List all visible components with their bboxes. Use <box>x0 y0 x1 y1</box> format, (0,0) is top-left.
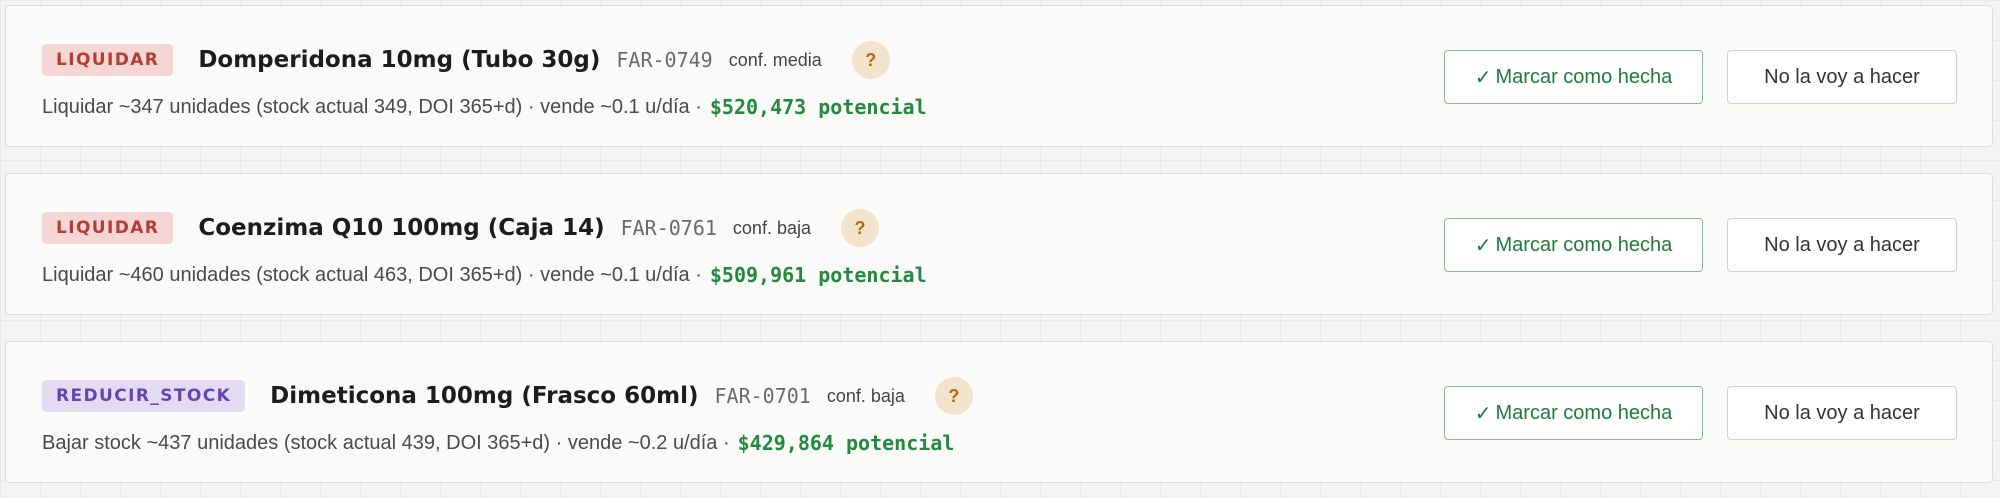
mark-done-button[interactable]: ✓ Marcar como hecha <box>1444 50 1703 104</box>
potential-value: $520,473 potencial <box>709 95 927 119</box>
check-icon: ✓ <box>1474 402 1492 425</box>
check-icon: ✓ <box>1474 66 1492 89</box>
potential-value: $429,864 potencial <box>737 431 955 455</box>
action-type-badge: REDUCIR_STOCK <box>42 380 246 412</box>
check-icon: ✓ <box>1474 234 1492 257</box>
help-icon[interactable]: ? <box>851 41 890 79</box>
product-sku: FAR-0749 <box>616 48 713 72</box>
detail-text: Bajar stock ~437 unidades (stock actual … <box>42 431 730 454</box>
action-card: REDUCIR_STOCK Dimeticona 100mg (Frasco 6… <box>5 341 1993 483</box>
confidence-label: conf. baja <box>732 217 811 238</box>
skip-label: No la voy a hacer <box>1764 65 1920 88</box>
skip-button[interactable]: No la voy a hacer <box>1727 50 1957 104</box>
skip-label: No la voy a hacer <box>1764 401 1920 424</box>
confidence-label: conf. baja <box>826 385 905 406</box>
mark-done-label: Marcar como hecha <box>1495 65 1673 88</box>
detail-text: Liquidar ~460 unidades (stock actual 463… <box>42 263 702 286</box>
action-detail: Bajar stock ~437 unidades (stock actual … <box>42 428 954 458</box>
help-icon[interactable]: ? <box>934 377 973 415</box>
product-name: Coenzima Q10 100mg (Caja 14) <box>198 215 605 241</box>
potential-value: $509,961 potencial <box>709 263 927 287</box>
mark-done-button[interactable]: ✓ Marcar como hecha <box>1444 218 1703 272</box>
mark-done-button[interactable]: ✓ Marcar como hecha <box>1444 386 1703 440</box>
confidence-label: conf. media <box>728 49 822 70</box>
skip-label: No la voy a hacer <box>1764 233 1920 256</box>
product-name: Dimeticona 100mg (Frasco 60ml) <box>270 383 699 409</box>
action-header: REDUCIR_STOCK Dimeticona 100mg (Frasco 6… <box>42 376 973 416</box>
action-header: LIQUIDAR Domperidona 10mg (Tubo 30g) FAR… <box>42 40 890 80</box>
action-detail: Liquidar ~347 unidades (stock actual 349… <box>42 92 927 122</box>
mark-done-label: Marcar como hecha <box>1495 401 1673 424</box>
action-card: LIQUIDAR Coenzima Q10 100mg (Caja 14) FA… <box>5 173 1993 315</box>
skip-button[interactable]: No la voy a hacer <box>1727 386 1957 440</box>
action-type-badge: LIQUIDAR <box>42 212 174 244</box>
action-type-badge: LIQUIDAR <box>42 44 174 76</box>
mark-done-label: Marcar como hecha <box>1495 233 1673 256</box>
product-sku: FAR-0701 <box>714 384 811 408</box>
detail-text: Liquidar ~347 unidades (stock actual 349… <box>42 95 702 118</box>
skip-button[interactable]: No la voy a hacer <box>1727 218 1957 272</box>
action-detail: Liquidar ~460 unidades (stock actual 463… <box>42 260 927 290</box>
product-name: Domperidona 10mg (Tubo 30g) <box>198 47 601 73</box>
action-card: LIQUIDAR Domperidona 10mg (Tubo 30g) FAR… <box>5 5 1993 147</box>
action-header: LIQUIDAR Coenzima Q10 100mg (Caja 14) FA… <box>42 208 879 248</box>
help-icon[interactable]: ? <box>840 209 879 247</box>
product-sku: FAR-0761 <box>620 216 717 240</box>
